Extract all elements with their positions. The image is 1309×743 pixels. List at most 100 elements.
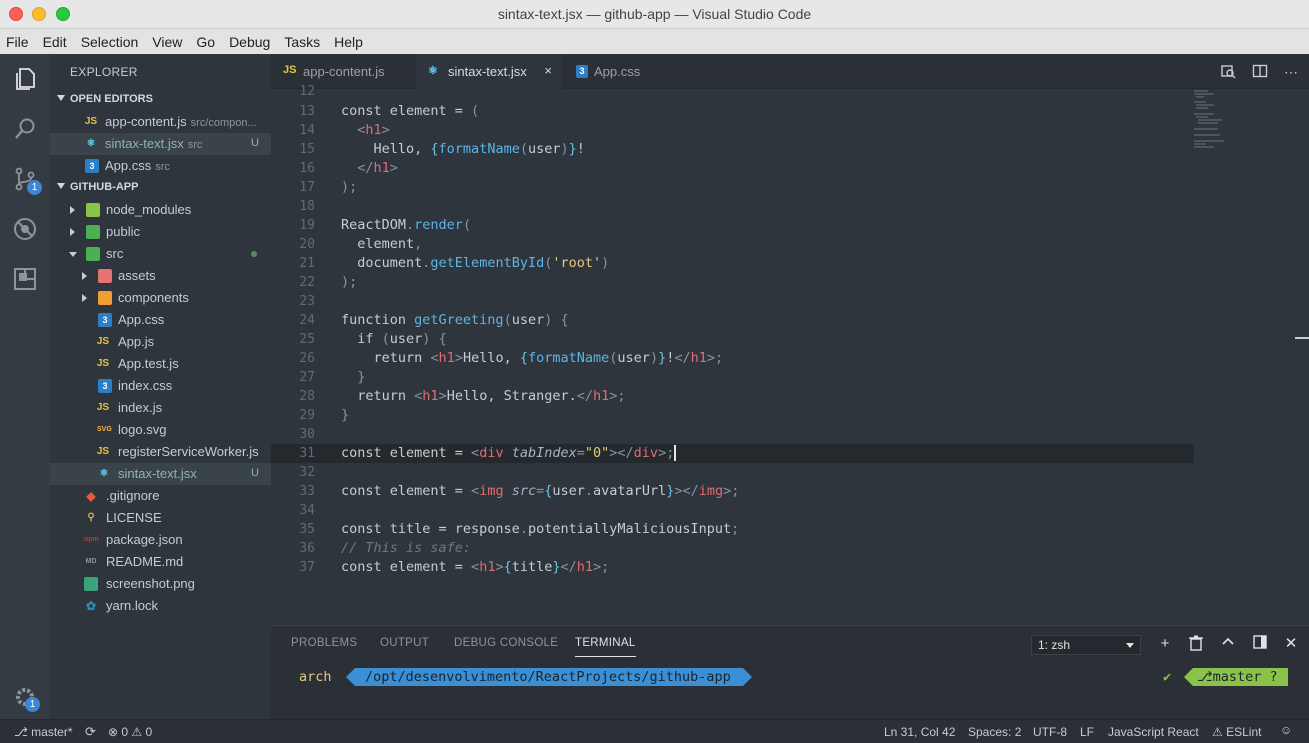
tree-file[interactable]: screenshot.png <box>50 573 271 595</box>
menu-debug[interactable]: Debug <box>229 34 270 50</box>
close-tab-icon[interactable]: × <box>544 63 552 78</box>
tree-folder[interactable]: components <box>50 287 271 309</box>
window-title: sintax-text.jsx — github-app — Visual St… <box>497 6 812 22</box>
tree-folder[interactable]: public <box>50 221 271 243</box>
tree-folder[interactable]: assets <box>50 265 271 287</box>
chevron-up-icon[interactable] <box>1219 635 1237 653</box>
tree-file[interactable]: ✿ yarn.lock <box>50 595 271 617</box>
terminal-select[interactable]: 1: zsh <box>1031 635 1141 655</box>
open-editors-header[interactable]: OPEN EDITORS <box>50 89 271 111</box>
sync-icon[interactable]: ⟳ <box>85 724 96 740</box>
tab-terminal[interactable]: TERMINAL <box>575 637 636 657</box>
search-icon[interactable] <box>12 116 38 142</box>
code-line: 26 return <h1>Hello, {formatName(user)}!… <box>299 350 724 366</box>
split-editor-icon[interactable] <box>1251 63 1269 81</box>
tree-file[interactable]: ⚲ LICENSE <box>50 507 271 529</box>
assets-folder-icon <box>98 269 112 283</box>
svg-file-icon: SVG <box>97 426 112 433</box>
tree-item-label: src <box>106 246 124 261</box>
tree-file[interactable]: ◆ .gitignore <box>50 485 271 507</box>
tab-output[interactable]: OUTPUT <box>380 637 429 649</box>
cursor-position[interactable]: Ln 31, Col 42 <box>884 725 955 739</box>
minimap[interactable] <box>1194 89 1254 169</box>
feedback-smiley-icon[interactable]: ☺ <box>1280 723 1292 737</box>
status-bar: ⎇ master* ⟳ ⊗ 0 ⚠ 0 Ln 31, Col 42 Spaces… <box>0 719 1309 743</box>
more-actions-icon[interactable]: ⋯ <box>1282 63 1300 81</box>
code-line: 21 document.getElementById('root') <box>299 255 610 271</box>
branch-name: master* <box>31 725 73 739</box>
code-line: 24 function getGreeting(user) { <box>299 312 569 328</box>
code-line: 35 const title = response.potentiallyMali… <box>299 521 740 537</box>
menu-tasks[interactable]: Tasks <box>284 34 320 50</box>
branch-status[interactable]: ⎇ master* <box>14 725 73 739</box>
tree-file[interactable]: JS App.js <box>50 331 271 353</box>
tree-file[interactable]: JS App.test.js <box>50 353 271 375</box>
tree-folder-expanded[interactable]: src <box>50 243 271 265</box>
project-header[interactable]: GITHUB-APP <box>50 177 271 199</box>
close-panel-icon[interactable]: ✕ <box>1282 635 1300 653</box>
tree-file[interactable]: 3 App.css <box>50 309 271 331</box>
open-editor-item[interactable]: 3 App.css src <box>50 155 271 177</box>
language-mode[interactable]: JavaScript React <box>1108 725 1199 739</box>
yarn-file-icon: ✿ <box>85 599 97 613</box>
open-editor-item-active[interactable]: ⚛ sintax-text.jsx src U <box>50 133 271 155</box>
menu-edit[interactable]: Edit <box>43 34 67 50</box>
kill-terminal-icon[interactable] <box>1187 635 1205 653</box>
code-line: 36// This is safe: <box>299 540 472 556</box>
tree-file[interactable]: npm package.json <box>50 529 271 551</box>
explorer-icon[interactable] <box>12 66 38 92</box>
vscode-window: sintax-text.jsx — github-app — Visual St… <box>0 0 1309 743</box>
tree-file[interactable]: 3 index.css <box>50 375 271 397</box>
chevron-down-icon <box>57 183 65 189</box>
code-line: 19 ReactDOM.render( <box>299 217 472 233</box>
javascript-file-icon: JS <box>283 64 297 76</box>
tree-file[interactable]: JS index.js <box>50 397 271 419</box>
tree-item-label: assets <box>118 268 156 283</box>
tree-file[interactable]: MD README.md <box>50 551 271 573</box>
menu-file[interactable]: File <box>6 34 29 50</box>
tree-file-active[interactable]: ⚛ sintax-text.jsx U <box>50 463 271 485</box>
code-line: 16 </h1> <box>299 160 398 176</box>
tree-folder[interactable]: node_modules <box>50 199 271 221</box>
tree-file[interactable]: SVG logo.svg <box>50 419 271 441</box>
git-file-icon: ◆ <box>86 489 96 503</box>
code-line: 15 Hello, {formatName(user)}! <box>299 141 585 157</box>
open-editor-name: App.css <box>105 158 152 173</box>
debug-icon[interactable] <box>12 216 38 242</box>
open-editor-name: sintax-text.jsx <box>105 136 184 151</box>
tab-problems[interactable]: PROBLEMS <box>291 637 357 649</box>
open-changes-icon[interactable] <box>1219 63 1237 81</box>
chevron-right-icon <box>82 272 87 280</box>
menu-go[interactable]: Go <box>196 34 215 50</box>
vertical-scrollbar[interactable] <box>1295 89 1309 625</box>
src-folder-icon <box>86 247 100 261</box>
git-branch-segment: ⎇master ? <box>1184 668 1288 686</box>
chevron-down-icon <box>1126 643 1134 648</box>
tree-file[interactable]: JS registerServiceWorker.js <box>50 441 271 463</box>
javascript-file-icon: JS <box>96 446 110 457</box>
menu-selection[interactable]: Selection <box>81 34 139 50</box>
settings-badge: 1 <box>25 697 40 712</box>
code-line: 37 const element = <h1>{title}</h1>; <box>299 559 610 575</box>
tab-debug-console[interactable]: DEBUG CONSOLE <box>454 637 558 649</box>
tree-item-label: node_modules <box>106 202 192 217</box>
indentation-status[interactable]: Spaces: 2 <box>968 725 1021 739</box>
code-line: 34 <box>299 503 315 518</box>
error-icon: ⊗ <box>108 725 122 739</box>
menu-view[interactable]: View <box>152 34 182 50</box>
code-line: 25 if (user) { <box>299 331 447 347</box>
menu-help[interactable]: Help <box>334 34 363 50</box>
eslint-status[interactable]: ⚠ ESLint <box>1212 725 1261 739</box>
extensions-icon[interactable] <box>12 266 38 292</box>
encoding-status[interactable]: UTF-8 <box>1033 725 1067 739</box>
eol-status[interactable]: LF <box>1080 725 1094 739</box>
open-editor-item[interactable]: JS app-content.js src/compon... <box>50 111 271 133</box>
code-editor[interactable]: 12 13 const element = ( 14 <h1> 15 Hello,… <box>271 84 1309 625</box>
node-folder-icon <box>86 203 100 217</box>
css-file-icon: 3 <box>85 159 99 173</box>
toggle-panel-icon[interactable] <box>1251 635 1269 653</box>
code-line: 18 <box>299 199 315 214</box>
modified-dot <box>251 251 257 257</box>
new-terminal-icon[interactable]: + <box>1156 635 1174 653</box>
problems-status[interactable]: ⊗ 0 ⚠ 0 <box>108 725 152 739</box>
